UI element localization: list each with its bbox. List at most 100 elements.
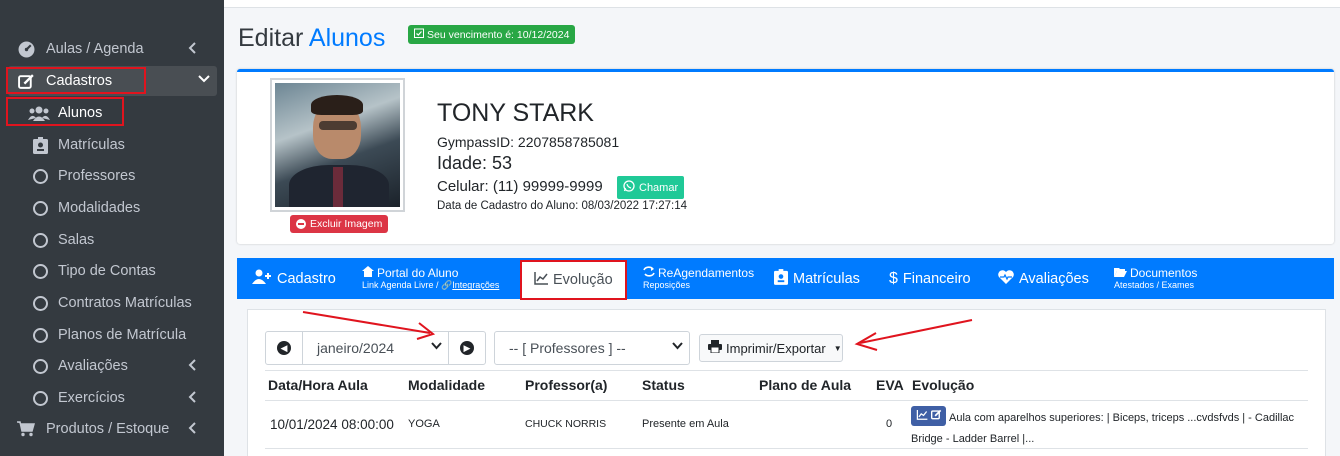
student-phone: Celular: (11) 99999-9999 bbox=[437, 178, 603, 195]
tab-avaliacoes-label: Avaliações bbox=[1019, 270, 1089, 287]
tab-reagend-label: ReAgendamentos bbox=[658, 266, 755, 281]
sidebar-item-label: Aulas / Agenda bbox=[46, 41, 144, 57]
id-badge-icon bbox=[774, 268, 788, 289]
month-selector-group: ◀ janeiro/2024 ▶ bbox=[265, 331, 486, 365]
circle-icon bbox=[30, 261, 50, 281]
delete-image-button[interactable]: Excluir Imagem bbox=[290, 215, 389, 233]
page-title-accent: Alunos bbox=[308, 24, 386, 52]
tab-matriculas[interactable]: Matrículas bbox=[774, 258, 860, 299]
print-export-button[interactable]: Imprimir/Exportar ▼ bbox=[699, 334, 843, 362]
whatsapp-chat-button[interactable]: Chamar bbox=[617, 176, 685, 199]
tab-avaliacoes[interactable]: Avaliações bbox=[998, 258, 1089, 299]
student-age: Idade: 53 bbox=[437, 153, 513, 173]
annotation-box-cadastros bbox=[6, 67, 146, 94]
caret-down-icon: ▼ bbox=[833, 343, 842, 353]
whatsapp-icon bbox=[623, 180, 635, 195]
tab-documentos[interactable]: Documentos Atestados / Exames bbox=[1114, 258, 1197, 299]
professor-select[interactable]: -- [ Professores ] -- bbox=[494, 331, 690, 365]
chevron-down-icon bbox=[431, 341, 442, 353]
circle-icon bbox=[30, 230, 50, 250]
table-divider bbox=[265, 400, 1308, 401]
chevron-down-icon bbox=[672, 341, 683, 353]
chevron-left-icon bbox=[188, 390, 198, 408]
column-header: EVA bbox=[876, 377, 904, 393]
table-divider bbox=[265, 448, 1308, 449]
student-photo bbox=[270, 78, 405, 212]
sidebar-item-label: Exercícios bbox=[58, 390, 125, 406]
chevron-left-icon bbox=[188, 421, 198, 439]
tab-financeiro-label: Financeiro bbox=[902, 270, 971, 287]
id-badge-icon bbox=[30, 135, 50, 155]
sidebar-item-label: Contratos Matrículas bbox=[58, 295, 192, 311]
circle-icon bbox=[30, 293, 50, 313]
sidebar-item-aulas-agenda[interactable]: Aulas / Agenda bbox=[0, 34, 224, 64]
cell-modalidade: YOGA bbox=[408, 418, 440, 430]
sidebar-item-salas[interactable]: Salas bbox=[0, 225, 224, 255]
cart-icon bbox=[16, 419, 36, 439]
due-date-badge: Seu vencimento é: 10/12/2024 bbox=[408, 25, 576, 44]
circle-icon bbox=[30, 388, 50, 408]
tab-portal-do-aluno[interactable]: Portal do Aluno Link Agenda Livre / 🔗Int… bbox=[362, 258, 499, 299]
circle-icon bbox=[30, 198, 50, 218]
sidebar-item-label: Matrículas bbox=[58, 137, 125, 153]
sidebar-item-label: Produtos / Estoque bbox=[46, 421, 170, 437]
print-icon bbox=[708, 340, 722, 356]
sidebar-item-professores[interactable]: Professores bbox=[0, 161, 224, 191]
sidebar-item-matriculas[interactable]: Matrículas bbox=[0, 130, 224, 160]
tab-cadastro[interactable]: Cadastro bbox=[252, 258, 336, 299]
tab-documentos-label: Documentos bbox=[1130, 266, 1198, 281]
sidebar-item-label: Planos de Matrícula bbox=[58, 327, 187, 343]
next-month-button[interactable]: ▶ bbox=[449, 332, 485, 364]
tab-financeiro[interactable]: $ Financeiro bbox=[889, 258, 971, 299]
sidebar-item-exercicios[interactable]: Exercícios bbox=[0, 383, 224, 413]
month-select-value: janeiro/2024 bbox=[317, 340, 395, 356]
circle-icon bbox=[30, 325, 50, 345]
circle-icon bbox=[30, 166, 50, 186]
tab-portal-label: Portal do Aluno bbox=[377, 266, 459, 281]
table-divider bbox=[265, 370, 1308, 371]
minus-circle-icon bbox=[296, 219, 306, 229]
sidebar-item-label: Tipo de Contas bbox=[58, 263, 156, 279]
tachometer-icon bbox=[16, 39, 36, 59]
student-name: TONY STARK bbox=[437, 99, 594, 127]
cell-eva: 0 bbox=[886, 418, 893, 430]
due-date-text: Seu vencimento é: 10/12/2024 bbox=[427, 28, 570, 41]
sidebar-item-planos-de-matricula[interactable]: Planos de Matrícula bbox=[0, 320, 224, 350]
tab-matriculas-label: Matrículas bbox=[793, 270, 860, 287]
annotation-box-alunos bbox=[6, 97, 124, 126]
chevron-left-icon bbox=[188, 358, 198, 376]
chart-line-icon bbox=[534, 271, 548, 289]
cell-professor: CHUCK NORRIS bbox=[525, 418, 607, 430]
column-header: Data/Hora Aula bbox=[268, 377, 368, 393]
chevron-down-icon bbox=[197, 73, 211, 89]
gympass-id: GympassID: 2207858785081 bbox=[437, 134, 620, 150]
heartbeat-icon bbox=[998, 269, 1014, 288]
top-navbar bbox=[224, 0, 1340, 8]
month-select[interactable]: janeiro/2024 bbox=[302, 332, 449, 364]
sidebar-item-label: Modalidades bbox=[58, 200, 141, 216]
calendar-check-icon bbox=[414, 28, 424, 41]
sidebar-item-contratos-matriculas[interactable]: Contratos Matrículas bbox=[0, 288, 224, 318]
sidebar: Aulas / Agenda Cadastros Alunos Matrícul… bbox=[0, 0, 224, 456]
page-title-prefix: Editar bbox=[238, 24, 304, 52]
prev-month-button[interactable]: ◀ bbox=[266, 332, 302, 364]
chat-label: Chamar bbox=[639, 181, 679, 194]
sidebar-item-produtos-estoque[interactable]: Produtos / Estoque bbox=[0, 414, 224, 444]
integracoes-link[interactable]: Integrações bbox=[452, 280, 499, 290]
sidebar-item-modalidades[interactable]: Modalidades bbox=[0, 193, 224, 223]
folder-open-icon bbox=[1114, 266, 1127, 281]
sidebar-item-label: Salas bbox=[58, 232, 95, 248]
tab-reagendamentos[interactable]: ReAgendamentos Reposições bbox=[643, 258, 754, 299]
chevron-right-circle-icon: ▶ bbox=[460, 341, 474, 355]
column-header: Status bbox=[642, 377, 685, 393]
column-header: Evolução bbox=[912, 377, 975, 393]
sidebar-item-avaliacoes[interactable]: Avaliações bbox=[0, 351, 224, 381]
tab-cadastro-label: Cadastro bbox=[277, 270, 336, 287]
dollar-icon: $ bbox=[889, 269, 898, 287]
tab-evolucao[interactable]: Evolução bbox=[520, 260, 627, 300]
sidebar-item-tipo-de-contas[interactable]: Tipo de Contas bbox=[0, 256, 224, 286]
column-header: Modalidade bbox=[408, 377, 486, 393]
column-header: Plano de Aula bbox=[759, 377, 852, 393]
registration-date: Data de Cadastro do Aluno: 08/03/2022 17… bbox=[437, 200, 688, 212]
sync-icon bbox=[643, 266, 655, 281]
